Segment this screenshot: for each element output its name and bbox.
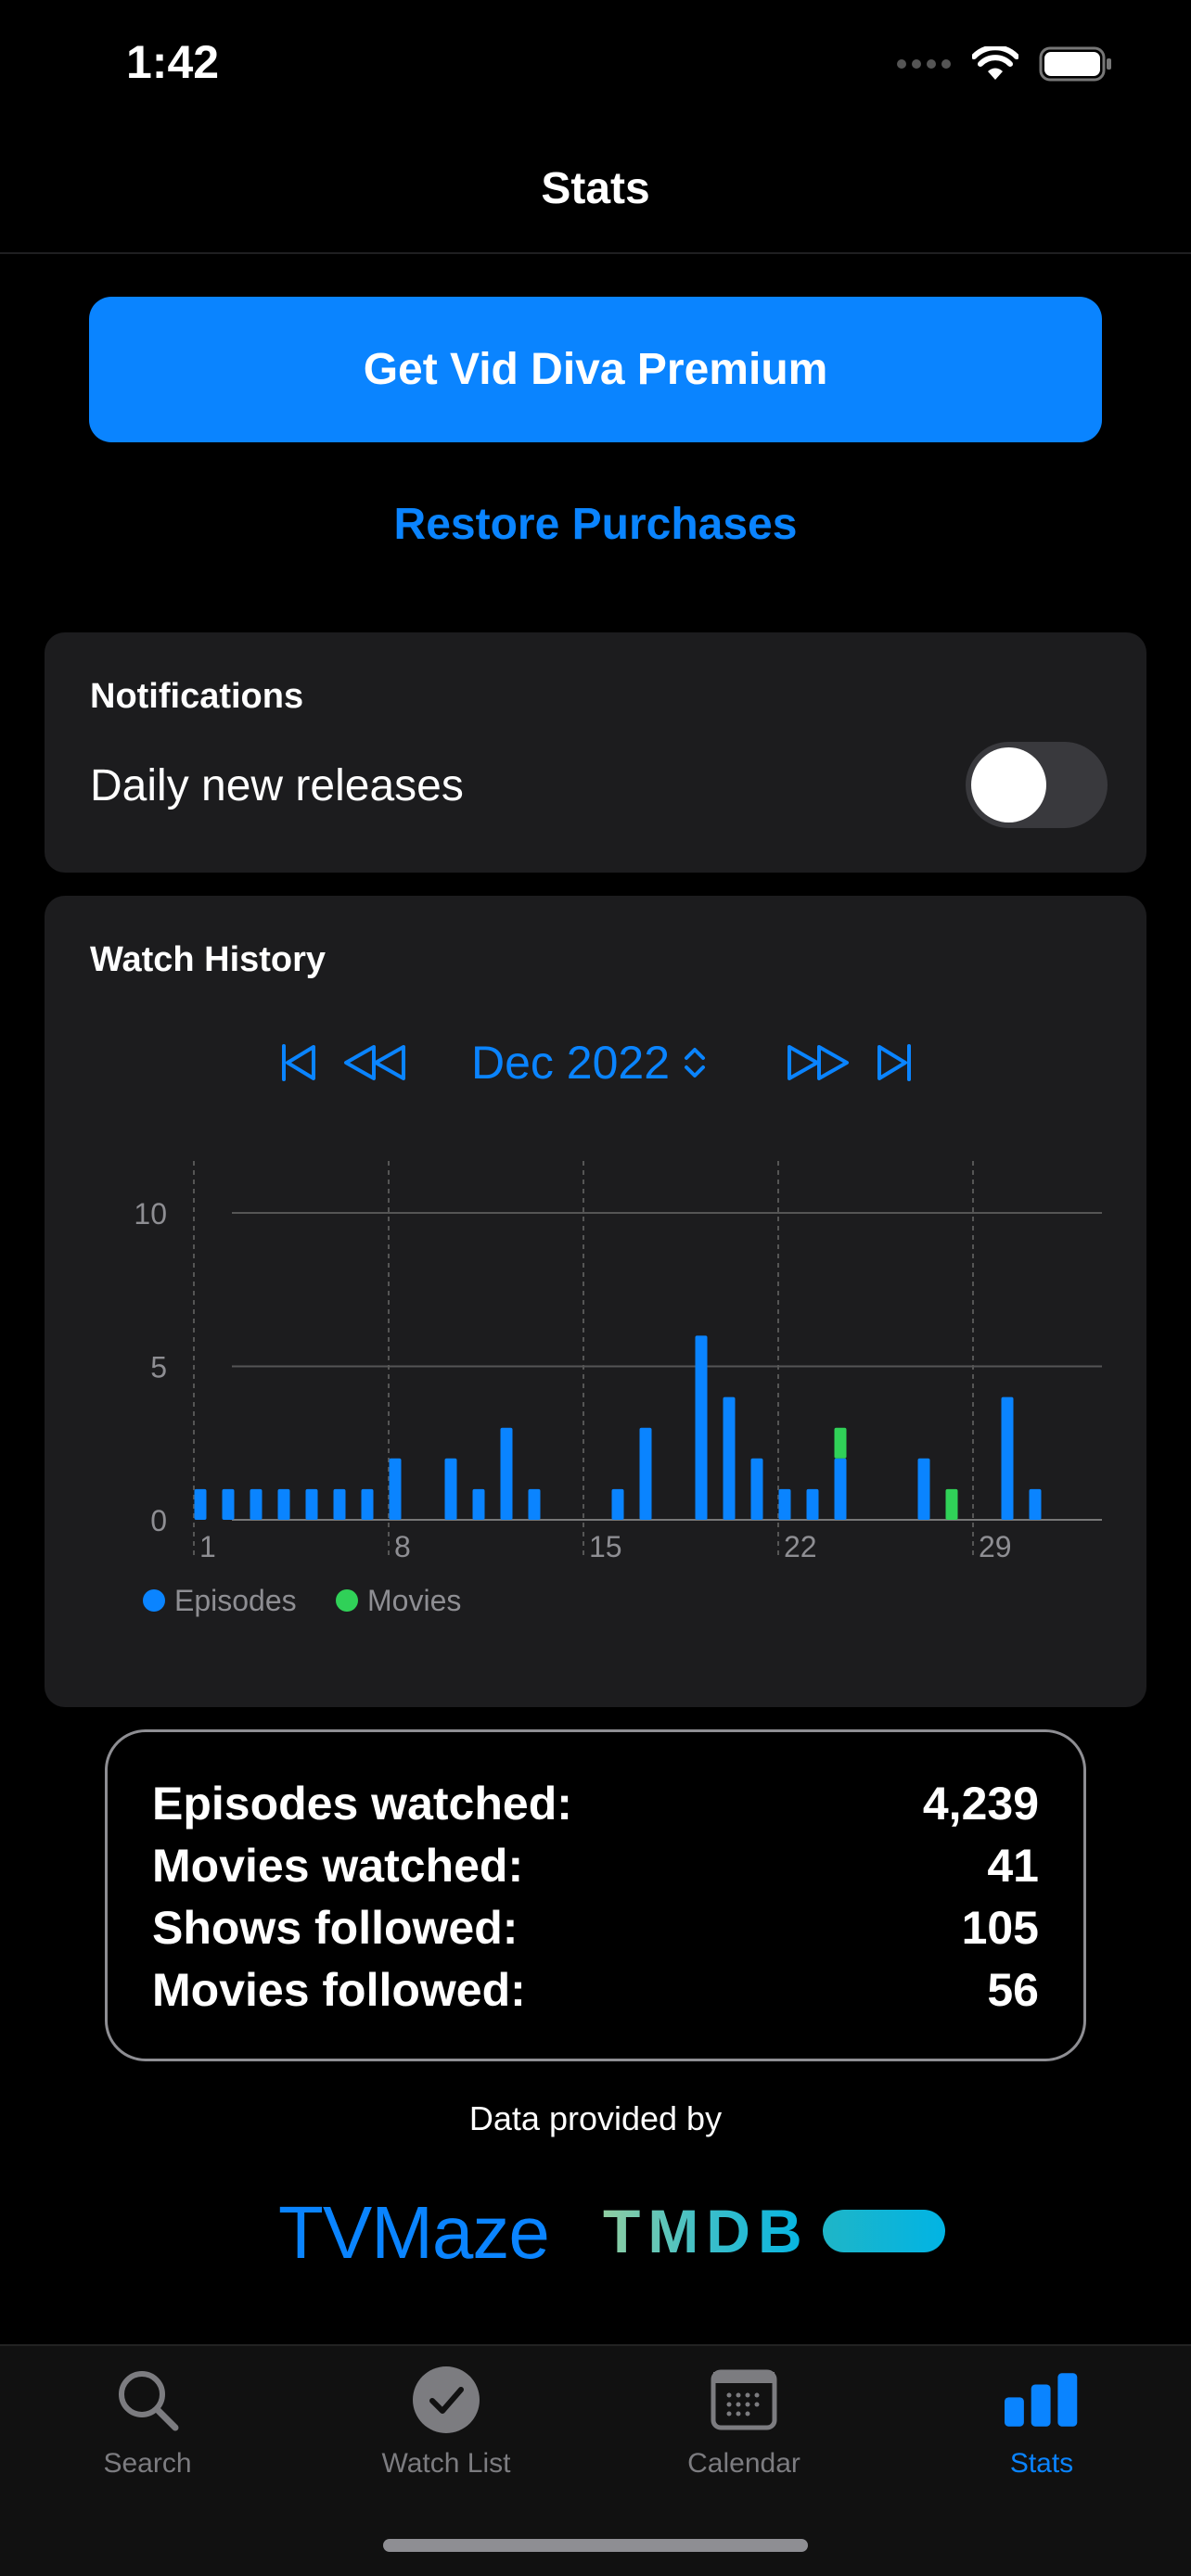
chart-bar-episodes: [611, 1488, 624, 1520]
tab-stats[interactable]: Stats: [921, 2363, 1162, 2511]
legend-marker-episodes: [143, 1589, 165, 1612]
chart-bar-episodes: [639, 1427, 652, 1520]
signal-icon: [897, 59, 951, 69]
stat-value: 105: [961, 1902, 1039, 1954]
chart-bar-episodes: [194, 1488, 207, 1520]
chart-bar-episodes: [444, 1458, 457, 1520]
tab-watch-list[interactable]: Watch List: [326, 2363, 567, 2511]
chart-x-tick-label: 29: [979, 1530, 1012, 1563]
stat-row-shows-followed: Shows followed: 105: [152, 1897, 1039, 1959]
chart-bar-movies: [834, 1427, 847, 1459]
stat-row-episodes-watched: Episodes watched: 4,239: [152, 1773, 1039, 1835]
chart-bar-episodes: [250, 1488, 263, 1520]
chart-x-tick-label: 8: [394, 1530, 411, 1563]
calendar-icon: [707, 2363, 781, 2437]
checkmark-circle-icon: [409, 2363, 483, 2437]
chart-bar-episodes: [472, 1488, 485, 1520]
chart-bar-episodes: [389, 1458, 402, 1520]
chart-bar-episodes: [333, 1488, 346, 1520]
stat-value: 4,239: [922, 1778, 1039, 1830]
tmdb-logo-pill: [822, 2210, 945, 2252]
tab-calendar[interactable]: Calendar: [623, 2363, 864, 2511]
notifications-card: Notifications Daily new releases: [45, 632, 1146, 873]
chart-bar-episodes: [917, 1458, 930, 1520]
stat-label: Movies watched:: [152, 1840, 524, 1892]
stat-label: Movies followed:: [152, 1964, 526, 2016]
chart-x-tick-label: 1: [199, 1530, 216, 1563]
tab-label: Stats: [1009, 2448, 1074, 2479]
legend-label-movies: Movies: [367, 1584, 461, 1617]
stat-value: 41: [987, 1840, 1039, 1892]
watch-history-chart: 0 5 10 1 8 15 22 29 Episodes Movies: [134, 1161, 1102, 1617]
tab-search[interactable]: Search: [27, 2363, 268, 2511]
chart-bar-episodes: [500, 1427, 513, 1520]
nav-divider: [0, 252, 1191, 254]
chart-bar-episodes: [806, 1488, 819, 1520]
tab-label: Watch List: [381, 2448, 511, 2479]
chart-bar-movies: [945, 1488, 958, 1520]
get-premium-button[interactable]: Get Vid Diva Premium: [89, 297, 1102, 442]
restore-purchases-link[interactable]: Restore Purchases: [0, 499, 1191, 550]
chart-x-tick-label: 22: [784, 1530, 817, 1563]
status-time: 1:42: [126, 36, 220, 88]
tvmaze-logo[interactable]: TVMaze: [278, 2190, 550, 2276]
legend-label-episodes: Episodes: [174, 1584, 297, 1617]
legend-marker-movies: [336, 1589, 358, 1612]
stat-label: Episodes watched:: [152, 1778, 572, 1830]
chart-y-tick-label: 0: [150, 1504, 167, 1537]
status-bar: 1:42: [0, 0, 1191, 130]
chart-bar-episodes: [305, 1488, 318, 1520]
bar-chart-icon: [1005, 2363, 1079, 2437]
chart-bar-episodes: [834, 1458, 847, 1520]
chart-y-tick-label: 5: [150, 1351, 167, 1384]
tab-label: Search: [103, 2448, 192, 2479]
chart-bar-episodes: [222, 1488, 235, 1520]
chart-bar-episodes: [723, 1396, 736, 1520]
stat-label: Shows followed:: [152, 1902, 519, 1954]
data-provided-label: Data provided by: [468, 2099, 723, 2137]
stat-row-movies-watched: Movies watched: 41: [152, 1835, 1039, 1897]
tab-label: Calendar: [687, 2448, 800, 2479]
stat-value: 56: [987, 1964, 1039, 2016]
chart-bar-episodes: [695, 1335, 708, 1520]
chart-bar-episodes: [778, 1488, 791, 1520]
chart-bar-episodes: [1001, 1396, 1014, 1520]
chart-bar-episodes: [277, 1488, 290, 1520]
wifi-icon: [972, 46, 1018, 80]
chart-y-tick-label: 10: [134, 1197, 167, 1231]
chart-bar-episodes: [1029, 1488, 1042, 1520]
tmdb-logo[interactable]: TMDB: [603, 2196, 945, 2266]
chart-bar-episodes: [528, 1488, 541, 1520]
notifications-heading: Notifications: [90, 677, 304, 716]
chart-bar-episodes: [750, 1458, 763, 1520]
battery-icon: [1039, 46, 1111, 82]
daily-releases-toggle[interactable]: [966, 742, 1108, 828]
page-title: Stats: [541, 164, 650, 213]
daily-releases-label: Daily new releases: [90, 761, 464, 810]
home-indicator: [383, 2539, 808, 2552]
stat-row-movies-followed: Movies followed: 56: [152, 1959, 1039, 2021]
totals-box: Episodes watched: 4,239 Movies watched: …: [105, 1729, 1086, 2061]
watch-history-card: Watch History Dec 2022 0 5 10 1 8 15 22 …: [45, 896, 1146, 1707]
chart-bar-episodes: [361, 1488, 374, 1520]
chart-x-tick-label: 15: [589, 1530, 622, 1563]
status-icons: [896, 46, 1113, 82]
search-icon: [110, 2363, 185, 2437]
tmdb-logo-text: TMDB: [603, 2197, 810, 2265]
toggle-knob: [971, 747, 1046, 823]
